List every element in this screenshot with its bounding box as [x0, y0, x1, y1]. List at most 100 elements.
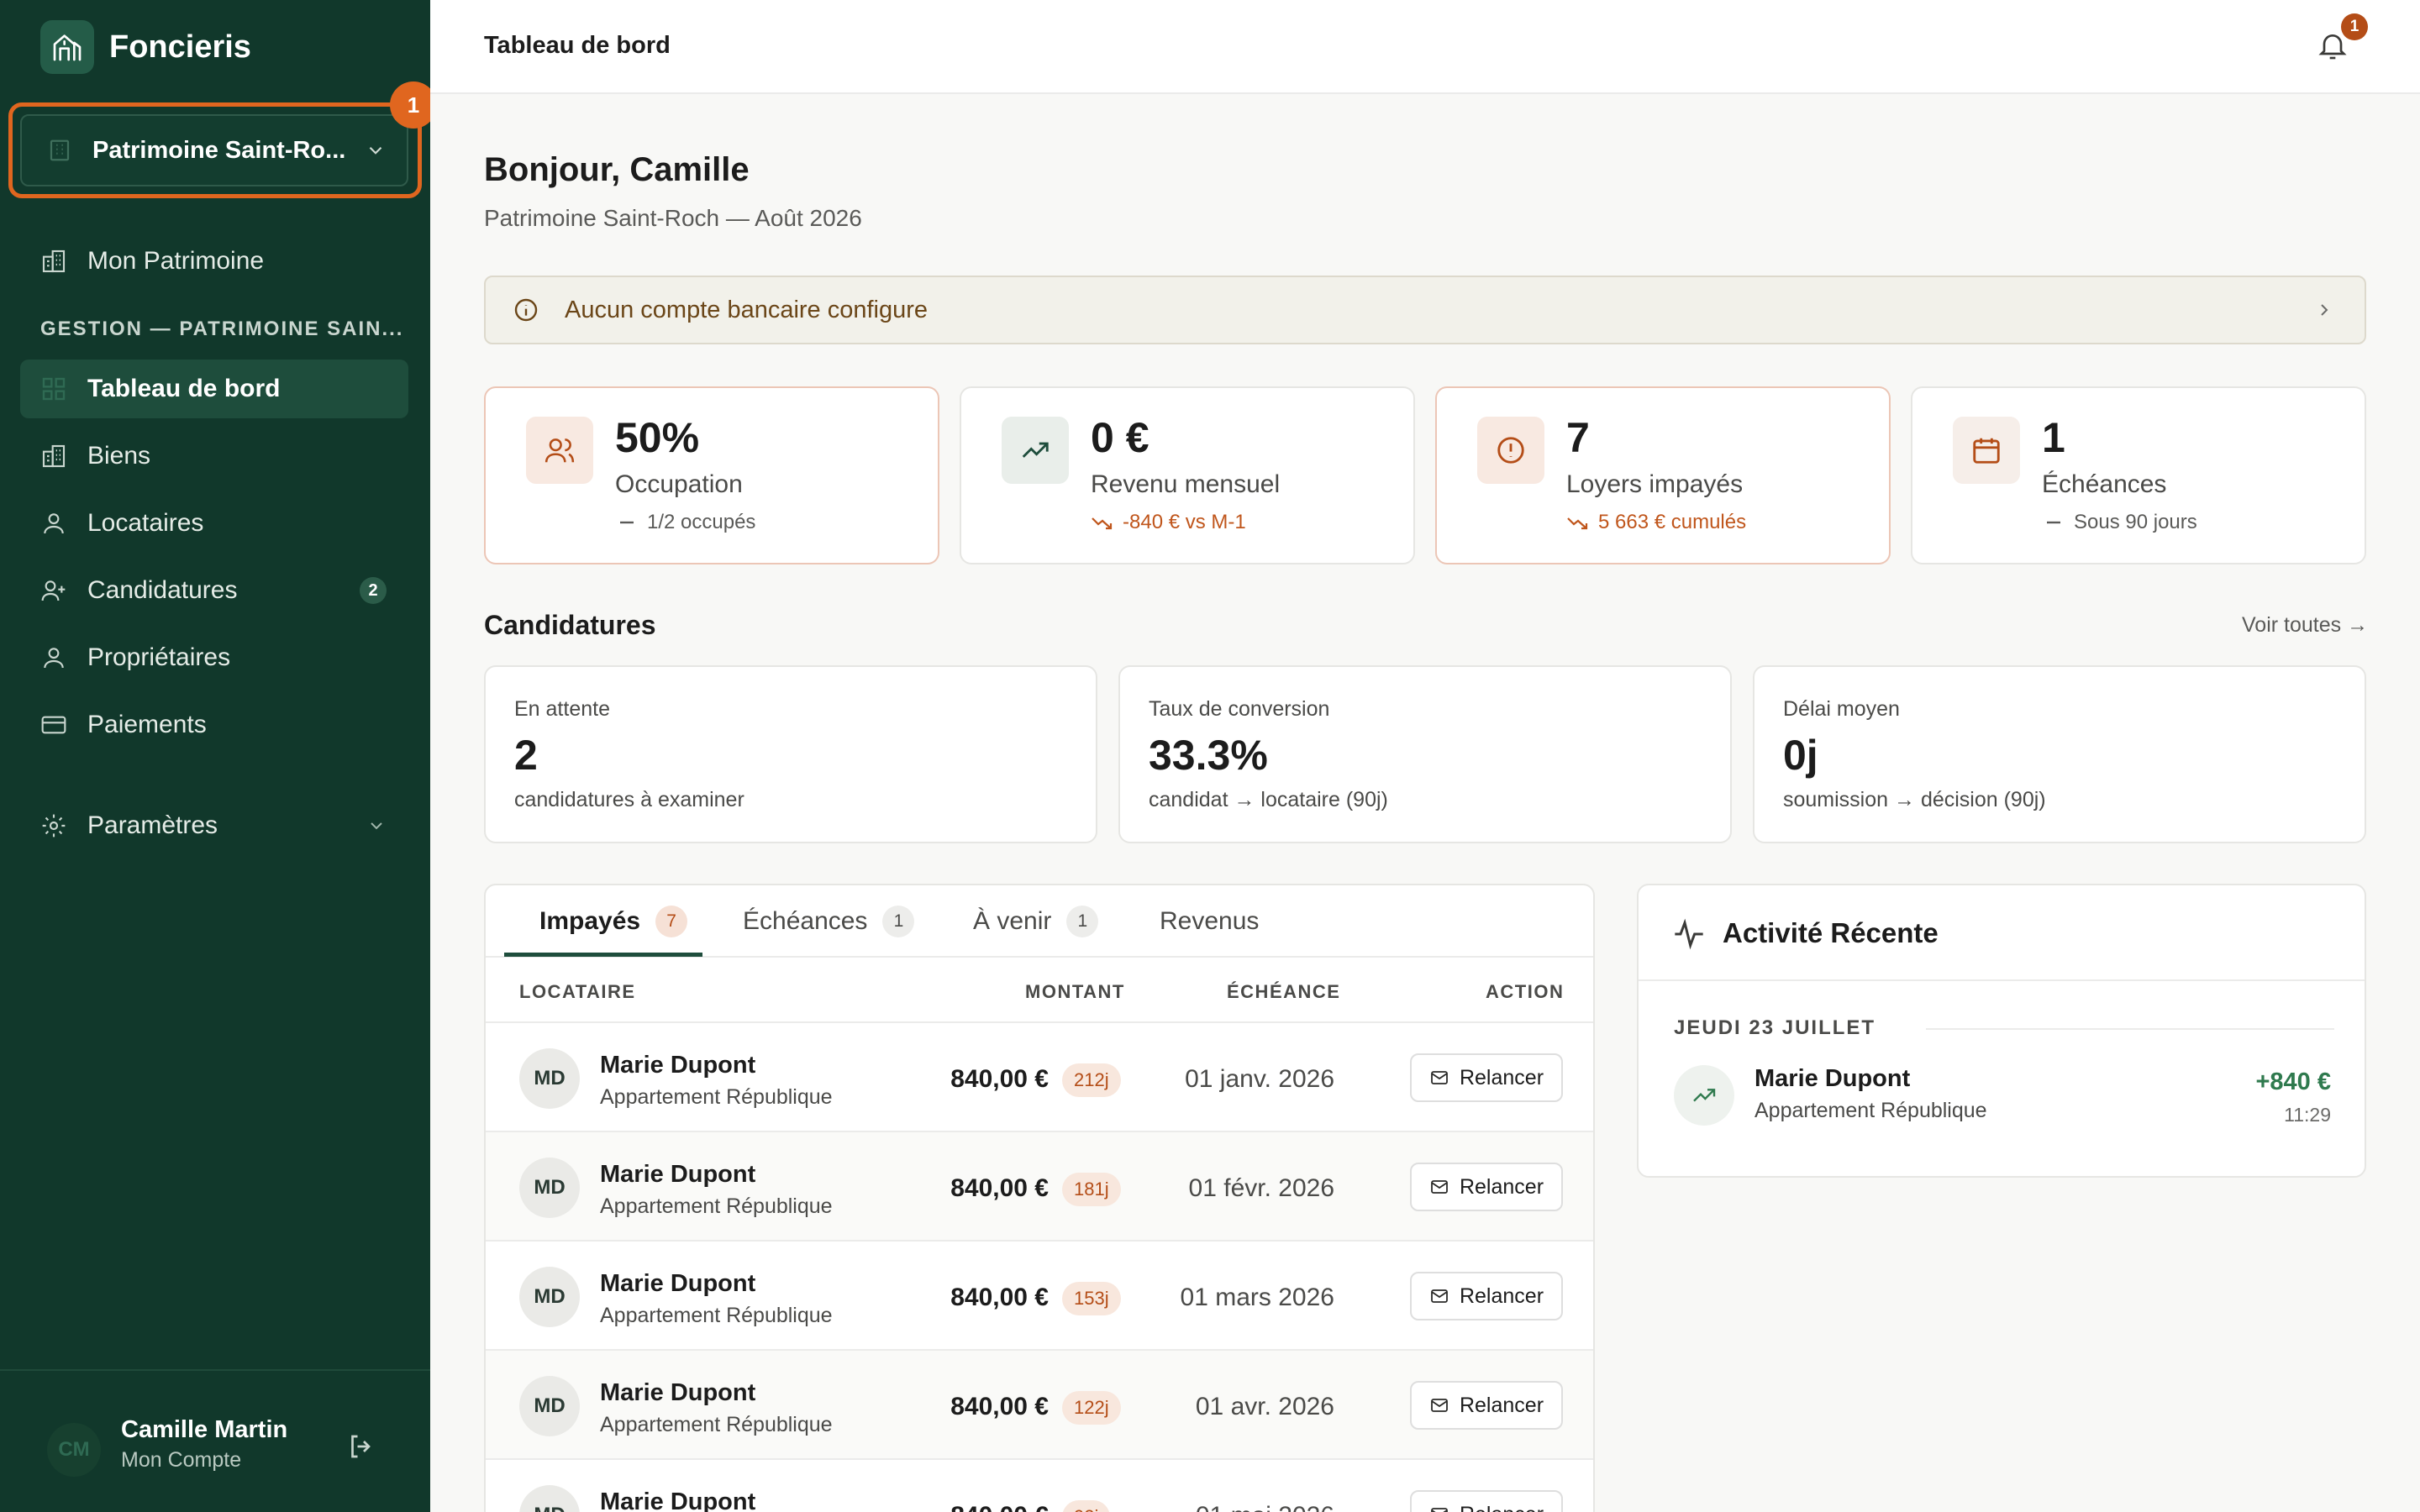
activity-event-name[interactable]: Marie Dupont — [1754, 1065, 1910, 1093]
tab-label: Impayés — [539, 907, 641, 935]
sidebar-item-mon-patrimoine[interactable]: Mon Patrimoine — [20, 232, 408, 291]
voir-toutes-link[interactable]: Voir toutes → — [2242, 613, 2368, 638]
days-late-badge: 212j — [1062, 1063, 1121, 1097]
tab-label: Revenus — [1160, 907, 1260, 935]
candidatures-section-title: Candidatures — [484, 610, 656, 640]
credit-card-icon — [41, 716, 66, 734]
sidebar-item-biens[interactable]: Biens — [20, 427, 408, 486]
kpi-loyers-impayes[interactable]: 7 Loyers impayés 5 663 € cumulés — [1435, 386, 1891, 564]
tenant-name[interactable]: Marie Dupont — [600, 1161, 755, 1189]
stat-label: Taux de conversion — [1149, 697, 1330, 721]
due-date: 01 mai 2026 — [1196, 1502, 1334, 1512]
kpi-label: Échéances — [2042, 470, 2167, 498]
tenant-property: Appartement République — [600, 1304, 833, 1327]
kpi-revenu-mensuel[interactable]: 0 € Revenu mensuel -840 € vs M-1 — [960, 386, 1415, 564]
amount: 840,00 € — [950, 1065, 1049, 1093]
sidebar-item-label: Paiements — [87, 711, 207, 738]
selector-label: Patrimoine Saint-Ro... — [92, 136, 346, 164]
sidebar-item-tableau-de-bord[interactable]: Tableau de bord — [20, 360, 408, 418]
relancer-button[interactable]: Relancer — [1410, 1053, 1563, 1102]
column-header-montant: MONTANT — [1025, 981, 1125, 1002]
sidebar-section-label: GESTION — PATRIMOINE SAIN... — [40, 318, 404, 340]
amount: 840,00 € — [950, 1174, 1049, 1202]
sidebar-item-parametres[interactable]: Paramètres — [20, 796, 408, 855]
tab-impayes[interactable]: Impayés 7 — [539, 885, 688, 958]
stat-en-attente: En attente 2 candidatures à examiner — [484, 665, 1097, 843]
tenant-name[interactable]: Marie Dupont — [600, 1379, 755, 1407]
building-icon — [42, 444, 66, 468]
tenant-avatar: MD — [519, 1048, 580, 1109]
page-title: Tableau de bord — [484, 32, 671, 59]
avatar[interactable]: CM — [47, 1423, 101, 1477]
bank-account-alert[interactable]: Aucun compte bancaire configure — [484, 276, 2366, 344]
sidebar-item-proprietaires[interactable]: Propriétaires — [20, 628, 408, 687]
stat-value: 0j — [1783, 732, 1818, 779]
user-name[interactable]: Camille Martin — [121, 1416, 287, 1444]
kpi-value: 7 — [1566, 414, 1590, 461]
trend-down-icon — [1092, 517, 1113, 530]
users-icon — [526, 417, 593, 484]
trend-up-icon — [1674, 1065, 1734, 1126]
tab-echeances[interactable]: Échéances 1 — [743, 885, 915, 958]
building-icon — [50, 139, 70, 161]
due-date: 01 janv. 2026 — [1185, 1065, 1334, 1093]
calendar-icon — [1953, 417, 2020, 484]
mail-icon — [1431, 1289, 1448, 1303]
sidebar-item-label: Biens — [87, 442, 151, 470]
relancer-button[interactable]: Relancer — [1410, 1381, 1563, 1430]
user-account-link[interactable]: Mon Compte — [121, 1448, 241, 1473]
tab-count-badge: 1 — [882, 906, 915, 937]
relancer-label: Relancer — [1459, 1393, 1544, 1417]
table-row: MD Marie Dupont Appartement République 840,… — [486, 1242, 1593, 1351]
kpi-echeances[interactable]: 1 Échéances Sous 90 jours — [1911, 386, 2366, 564]
kpi-sub-text: Sous 90 jours — [2074, 511, 2197, 533]
kpi-sub-text: 1/2 occupés — [647, 511, 756, 533]
candidatures-count-badge: 2 — [360, 577, 387, 604]
greeting-subtitle: Patrimoine Saint-Roch — Août 2026 — [484, 205, 862, 231]
tenant-avatar: MD — [519, 1267, 580, 1327]
alert-circle-icon — [1477, 417, 1544, 484]
amount: 840,00 € — [950, 1502, 1049, 1512]
alert-text: Aucun compte bancaire configure — [565, 296, 929, 323]
relancer-button[interactable]: Relancer — [1410, 1163, 1563, 1211]
activity-icon — [1675, 918, 1703, 950]
sidebar-item-candidatures[interactable]: Candidatures 2 — [20, 561, 408, 620]
sidebar-item-paiements[interactable]: Paiements — [20, 696, 408, 754]
tab-a-venir[interactable]: À venir 1 — [973, 885, 1099, 958]
sidebar-footer: CM Camille Martin Mon Compte — [0, 1369, 430, 1512]
logout-icon[interactable] — [346, 1431, 376, 1462]
tenant-name[interactable]: Marie Dupont — [600, 1270, 755, 1298]
column-header-locataire: LOCATAIRE — [519, 981, 636, 1002]
tenant-name[interactable]: Marie Dupont — [600, 1052, 755, 1079]
relancer-button[interactable]: Relancer — [1410, 1490, 1563, 1512]
activity-event-amount: +840 € — [2255, 1068, 2331, 1095]
relancer-label: Relancer — [1459, 1284, 1544, 1308]
activity-event-property: Appartement République — [1754, 1099, 1987, 1122]
tenant-property: Appartement République — [600, 1085, 833, 1109]
stat-value: 2 — [514, 732, 538, 779]
dashboard-icon — [42, 377, 66, 401]
brand[interactable]: Foncieris — [40, 20, 251, 74]
mail-icon — [1431, 1071, 1448, 1084]
tab-count-badge: 1 — [1066, 906, 1099, 937]
tab-revenus[interactable]: Revenus — [1160, 885, 1259, 958]
sidebar-item-locataires[interactable]: Locataires — [20, 494, 408, 553]
tenant-property: Appartement République — [600, 1413, 833, 1436]
mail-icon — [1431, 1508, 1448, 1512]
table-row: MD Marie Dupont Appartement République 840,… — [486, 1023, 1593, 1132]
gear-icon — [42, 814, 66, 837]
activity-date: JEUDI 23 JUILLET — [1674, 1016, 1876, 1039]
table-row: MD Marie Dupont Appartement République 840,… — [486, 1351, 1593, 1460]
kpi-value: 50% — [615, 414, 700, 461]
chevron-down-icon — [369, 146, 382, 155]
tenant-property: Appartement République — [600, 1194, 833, 1218]
tenant-name[interactable]: Marie Dupont — [600, 1488, 755, 1512]
relancer-button[interactable]: Relancer — [1410, 1272, 1563, 1320]
kpi-occupation[interactable]: 50% Occupation 1/2 occupés — [484, 386, 939, 564]
patrimoine-selector[interactable]: Patrimoine Saint-Ro... — [20, 114, 408, 186]
stat-value: 33.3% — [1149, 732, 1268, 779]
days-late-badge: 153j — [1062, 1282, 1121, 1315]
tab-count-badge: 7 — [655, 906, 688, 937]
kpi-sub-text: -840 € vs M-1 — [1123, 511, 1246, 533]
tenant-avatar: MD — [519, 1158, 580, 1218]
